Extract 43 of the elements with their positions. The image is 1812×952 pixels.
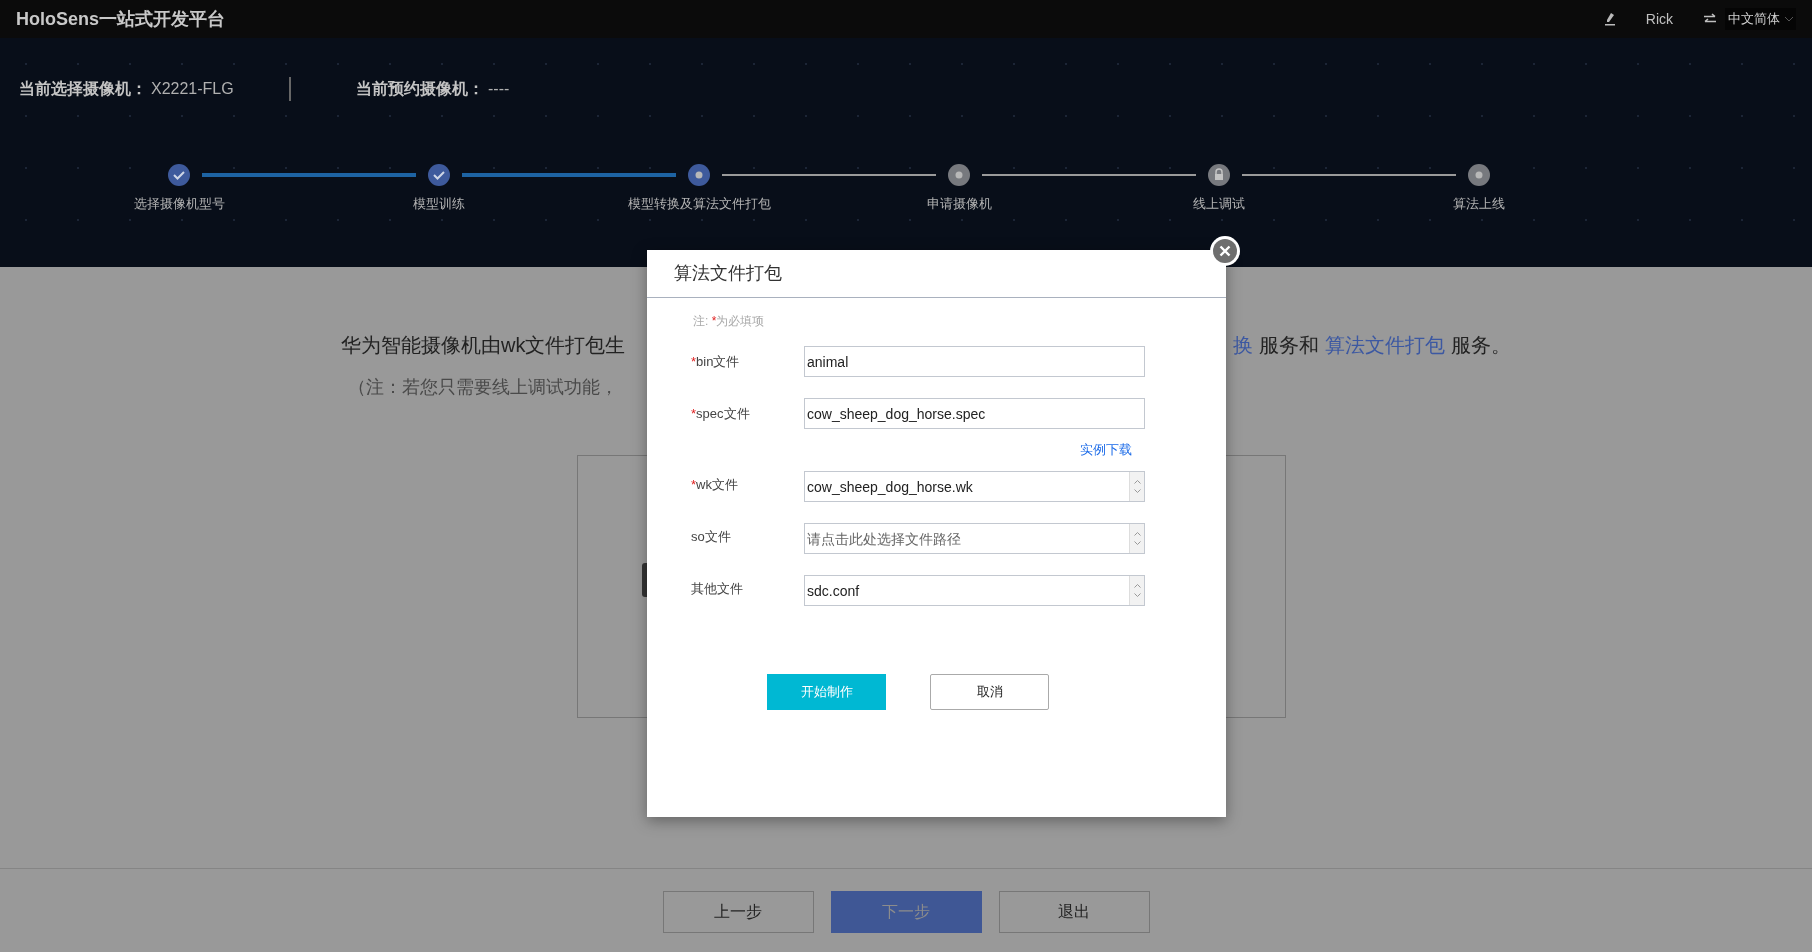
cancel-button[interactable]: 取消 (930, 674, 1049, 710)
step-label: 申请摄像机 (926, 196, 992, 211)
spinner-down-icon[interactable] (1133, 593, 1141, 597)
chevron-down-icon (1784, 16, 1794, 22)
field-label: *wk文件 (691, 476, 739, 494)
input-field[interactable]: animal (804, 346, 1145, 377)
sample-download-link[interactable]: 实例下载 (1080, 440, 1132, 456)
step-label: 选择摄像机型号 (133, 196, 225, 211)
file-path-field[interactable]: 请点击此处选择文件路径 (804, 523, 1145, 554)
selected-camera-value: X2221-FLG (151, 79, 235, 99)
intro-text: 华为智能摄像机由wk文件打包生 (340, 333, 627, 358)
spinner-up-icon[interactable] (1133, 480, 1141, 484)
dialog-title: 算法文件打包 (674, 262, 782, 285)
app-title: HoloSens一站式开发平台 (16, 7, 225, 31)
input-field[interactable]: cow_sheep_dog_horse.spec (804, 398, 1145, 429)
field-label: 其他文件 (691, 580, 744, 598)
field-label: so文件 (691, 528, 732, 546)
spinner-up-icon[interactable] (1133, 584, 1141, 588)
reserved-camera-label: 当前预约摄像机： (356, 79, 484, 99)
step-label: 算法上线 (1453, 196, 1505, 211)
user-name[interactable]: Rick (1645, 8, 1673, 30)
step-label: 模型转换及算法文件打包 (627, 196, 771, 211)
language-select[interactable]: 中文简体 (1725, 8, 1796, 30)
step-label: 线上调试 (1193, 196, 1245, 211)
close-icon (1213, 239, 1237, 263)
intro-note: （注：若您只需要线上调试功能， (347, 375, 618, 399)
step-button[interactable]: 退出 (998, 891, 1150, 933)
brush-icon[interactable] (1603, 12, 1616, 26)
step-button[interactable]: 上一步 (662, 891, 814, 933)
field-label: *bin文件 (691, 353, 741, 371)
spinner-down-icon[interactable] (1133, 541, 1141, 545)
file-path-field[interactable]: cow_sheep_dog_horse.wk (804, 471, 1145, 502)
swap-icon[interactable] (1703, 13, 1717, 25)
intro-text: 服务和 (1259, 333, 1319, 358)
step-label: 模型训练 (413, 196, 465, 211)
reserved-camera-value: ---- (488, 79, 510, 99)
file-path-field[interactable]: sdc.conf (804, 575, 1145, 606)
selected-camera-label: 当前选择摄像机： (19, 79, 147, 99)
required-note: 注: *为必填项 (693, 313, 765, 330)
spinner-up-icon[interactable] (1133, 532, 1141, 536)
field-label: *spec文件 (691, 405, 751, 423)
intro-text: 服务。 (1451, 333, 1511, 358)
spinner-down-icon[interactable] (1133, 489, 1141, 493)
